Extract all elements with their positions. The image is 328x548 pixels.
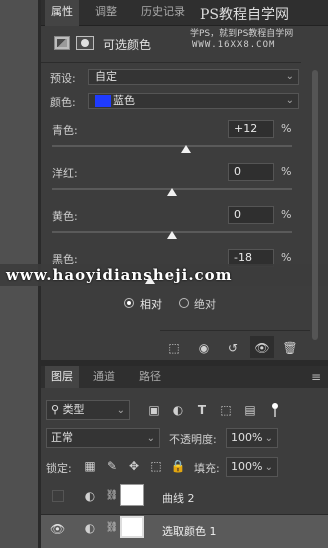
fill-value: 100% (231, 460, 263, 473)
slider-label-cyan: 青色: (52, 124, 78, 137)
reset-icon[interactable]: ↺ (225, 340, 241, 356)
layer-mask-icon[interactable] (76, 36, 94, 50)
radio-relative-label: 相对 (140, 298, 162, 311)
tab-layers[interactable]: 图层 (45, 366, 79, 388)
tab-paths[interactable]: 路径 (133, 366, 167, 388)
clip-to-layer-icon[interactable]: ⬚ (166, 340, 182, 356)
panel-title: 可选颜色 (103, 38, 152, 52)
lock-artboard-icon[interactable]: ⬚ (148, 458, 164, 474)
yellow-slider-thumb[interactable] (167, 231, 177, 239)
pixel-filter-icon[interactable]: ▣ (146, 402, 162, 418)
lock-transparent-icon[interactable]: ▦ (82, 458, 98, 474)
magenta-value-field[interactable]: 0 (228, 163, 274, 181)
adjustment-layer-icon (54, 36, 70, 50)
chevron-down-icon: ⌄ (146, 433, 155, 444)
magenta-slider-thumb[interactable] (167, 188, 177, 196)
preset-dropdown[interactable]: 自定 ⌄ (88, 69, 299, 85)
magenta-unit: % (281, 165, 292, 178)
cyan-slider-thumb[interactable] (181, 145, 192, 153)
colors-dropdown[interactable]: 蓝色 ⌄ (88, 93, 299, 109)
lock-image-icon[interactable]: ✎ (104, 458, 120, 474)
search-icon: ⚲ (51, 403, 60, 416)
fill-label: 填充: (194, 462, 220, 475)
lock-label: 锁定: (46, 462, 72, 475)
chevron-down-icon: ⌄ (285, 95, 294, 106)
tab-channels[interactable]: 通道 (87, 366, 121, 388)
opacity-field[interactable]: 100% ⌄ (226, 428, 278, 448)
eye-icon[interactable]: 👁 (254, 340, 270, 356)
watermark-url: WWW.16XX8.COM (192, 40, 276, 50)
chevron-down-icon: ⌄ (116, 405, 125, 416)
adjustment-layer-icon: ◐ (84, 521, 96, 535)
tab-adjustments[interactable]: 调整 (89, 0, 123, 26)
layers-tabbar: 图层 通道 路径 ≡ (41, 366, 328, 388)
lock-all-icon[interactable]: 🔒 (170, 458, 186, 474)
view-previous-icon[interactable]: ◉ (196, 340, 212, 356)
slider-label-magenta: 洋红: (52, 167, 78, 180)
type-filter-icon[interactable]: T (194, 402, 210, 418)
black-unit: % (281, 251, 292, 264)
preset-label: 预设: (50, 72, 76, 85)
divider (41, 62, 301, 63)
layer-mask-thumbnail[interactable] (120, 484, 144, 506)
yellow-unit: % (281, 208, 292, 221)
radio-absolute-label: 绝对 (194, 298, 216, 311)
chain-link-icon[interactable]: ⛓ (104, 488, 120, 504)
opacity-label: 不透明度: (169, 433, 217, 446)
tab-properties[interactable]: 属性 (45, 0, 79, 26)
lock-position-icon[interactable]: ✥ (126, 458, 142, 474)
radio-absolute[interactable] (179, 298, 189, 308)
blend-mode-dropdown[interactable]: 正常 ⌄ (46, 428, 160, 448)
visibility-off-box[interactable] (52, 490, 64, 502)
tab-history[interactable]: 历史记录 (135, 0, 191, 26)
black-slider-thumb[interactable] (145, 276, 156, 284)
opacity-value: 100% (231, 431, 263, 444)
preset-value: 自定 (95, 70, 117, 83)
panel-menu-icon[interactable]: ≡ (311, 370, 321, 384)
yellow-value-field[interactable]: 0 (228, 206, 274, 224)
cyan-slider-track[interactable] (52, 145, 292, 147)
cyan-unit: % (281, 122, 292, 135)
blend-mode-value: 正常 (51, 431, 73, 444)
layer-name[interactable]: 选取颜色 1 (162, 523, 217, 539)
watermark-band-url: www.haoyidianshejі.com (6, 266, 233, 284)
layer-name[interactable]: 曲线 2 (162, 490, 195, 506)
fill-field[interactable]: 100% ⌄ (226, 457, 278, 477)
watermark-subtitle: 学PS，就到PS教程自学网 (190, 29, 294, 39)
chevron-down-icon: ⌄ (264, 433, 273, 444)
color-swatch (95, 95, 111, 107)
cyan-value-field[interactable]: +12 (228, 120, 274, 138)
chevron-down-icon: ⌄ (264, 462, 273, 473)
trash-icon[interactable]: 🗑 (282, 340, 298, 356)
adjustment-filter-icon[interactable]: ◐ (170, 402, 186, 418)
filter-toggle-stem (274, 409, 276, 417)
adjustment-layer-icon: ◐ (84, 489, 96, 503)
layer-mask-thumbnail[interactable] (120, 516, 144, 538)
shape-filter-icon[interactable]: ⬚ (218, 402, 234, 418)
slider-label-yellow: 黄色: (52, 210, 78, 223)
scrollbar[interactable] (312, 70, 318, 340)
watermark-title: PS教程自学网 (200, 7, 290, 23)
layer-filter-dropdown[interactable]: ⚲ 类型 ⌄ (46, 400, 130, 420)
divider (160, 330, 310, 331)
chevron-down-icon: ⌄ (285, 71, 294, 82)
eye-icon[interactable]: 👁 (50, 522, 65, 536)
chain-link-icon[interactable]: ⛓ (104, 520, 120, 536)
radio-relative[interactable] (124, 298, 134, 308)
colors-value: 蓝色 (113, 94, 135, 107)
smart-object-filter-icon[interactable]: ▤ (242, 402, 258, 418)
colors-label: 颜色: (50, 96, 76, 109)
filter-value: 类型 (62, 403, 85, 416)
